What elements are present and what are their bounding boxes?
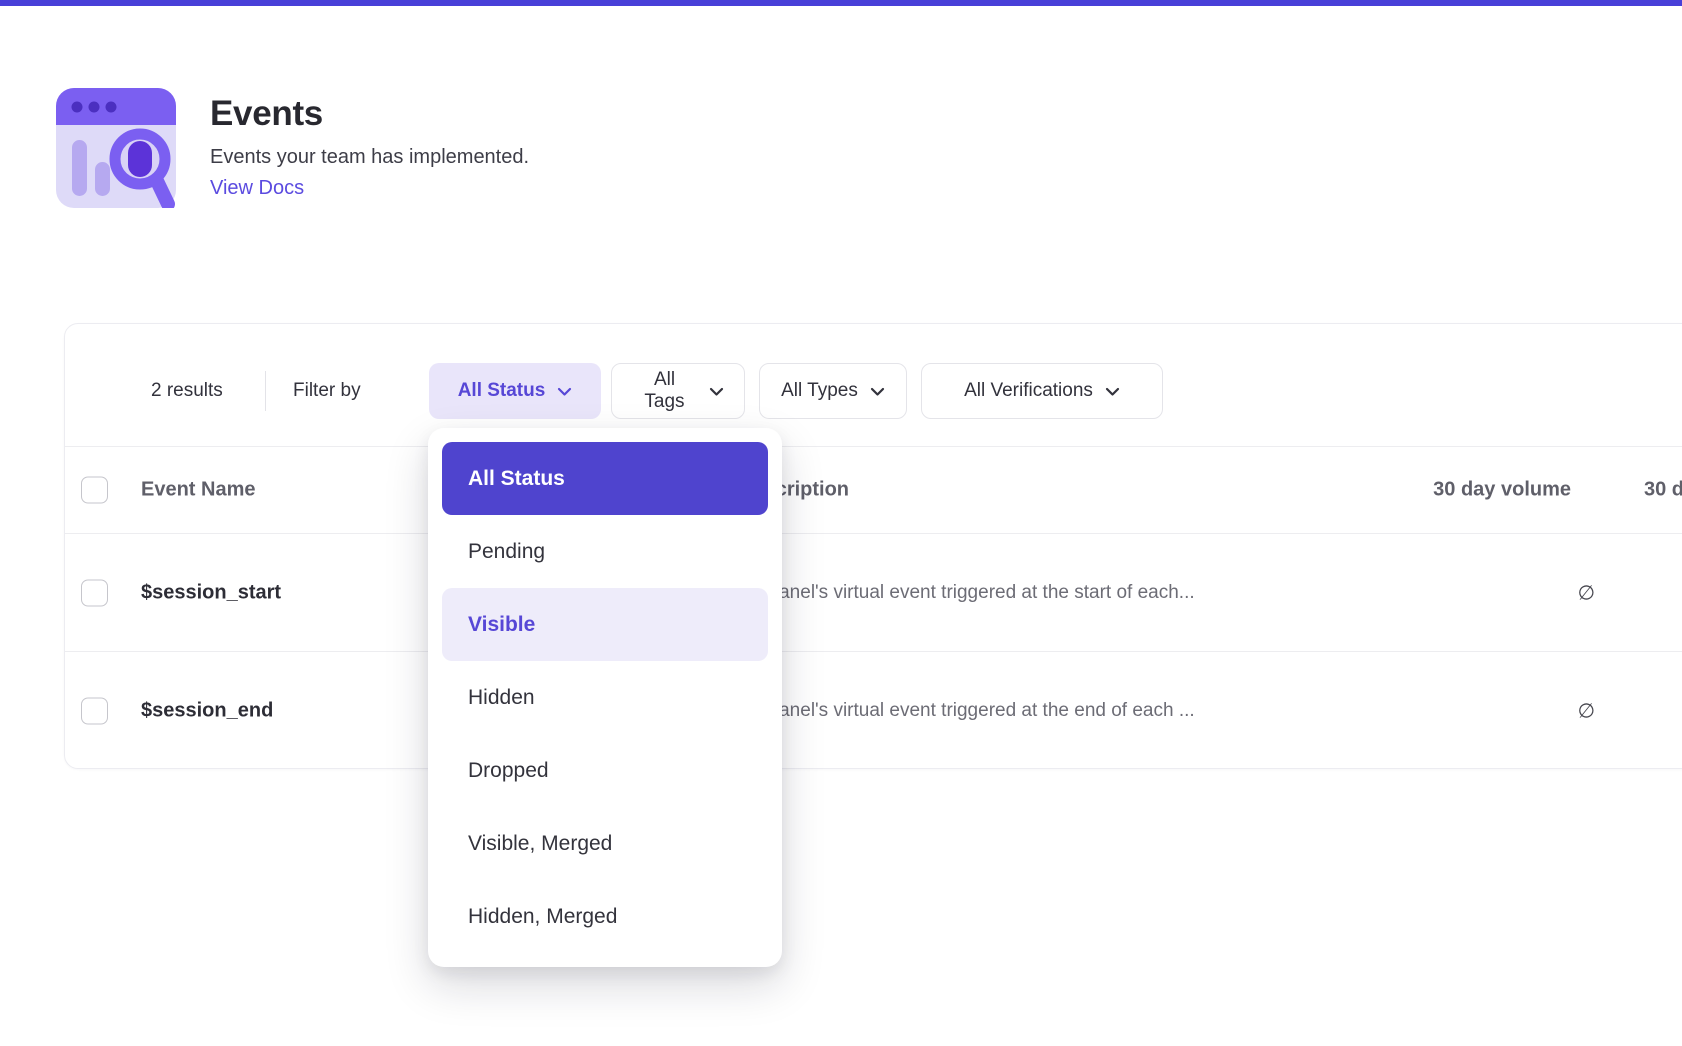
types-filter-button[interactable]: All Types [759,363,907,419]
status-filter-label: All Status [458,380,546,402]
event-name: $session_end [141,700,273,723]
event-30-day-volume: ∅ [1578,580,1595,605]
filter-divider [265,371,266,411]
select-all-checkbox[interactable] [81,477,108,504]
row-checkbox[interactable] [81,698,108,725]
table-row[interactable]: $session_end Mixpanel's virtual event tr… [65,652,1682,770]
chevron-down-icon [709,387,724,397]
page-subtitle: Events your team has implemented. [210,146,529,169]
menu-item-visible-merged[interactable]: Visible, Merged [442,807,768,880]
status-dropdown-menu: All Status Pending Visible Hidden Droppe… [428,428,782,967]
verifications-filter-label: All Verifications [964,380,1093,402]
column-header-clipped: 30 d [1644,479,1682,502]
top-loading-bar [0,0,1682,6]
menu-item-dropped[interactable]: Dropped [442,734,768,807]
row-checkbox-cell [81,698,108,725]
table-row[interactable]: $session_start Mixpanel's virtual event … [65,534,1682,652]
event-description: Mixpanel's virtual event triggered at th… [739,700,1195,722]
table-header-row: Event Name Description 30 day volume 30 … [65,446,1682,534]
row-checkbox[interactable] [81,579,108,606]
view-docs-link[interactable]: View Docs [210,177,304,200]
results-count: 2 results [151,363,223,419]
chevron-down-icon [870,387,885,397]
event-description: Mixpanel's virtual event triggered at th… [739,582,1195,604]
column-header-event-name: Event Name [141,479,256,502]
row-checkbox-cell [81,579,108,606]
events-analytics-icon [56,88,176,208]
tags-filter-button[interactable]: All Tags [611,363,745,419]
menu-item-all-status[interactable]: All Status [442,442,768,515]
menu-item-pending[interactable]: Pending [442,515,768,588]
tags-filter-label: All Tags [632,369,697,413]
event-name: $session_start [141,581,281,604]
menu-item-hidden-merged[interactable]: Hidden, Merged [442,880,768,953]
chevron-down-icon [1105,387,1120,397]
column-header-30-day-volume: 30 day volume [1433,479,1571,502]
menu-item-visible[interactable]: Visible [442,588,768,661]
event-30-day-volume: ∅ [1578,699,1595,724]
page-header: Events Events your team has implemented.… [56,88,529,208]
select-all-checkbox-cell [81,477,108,504]
status-filter-button[interactable]: All Status [429,363,601,419]
verifications-filter-button[interactable]: All Verifications [921,363,1163,419]
filter-by-label: Filter by [293,363,361,419]
events-panel: 2 results Filter by All Status All Tags … [64,323,1682,769]
types-filter-label: All Types [781,380,858,402]
menu-item-hidden[interactable]: Hidden [442,661,768,734]
chevron-down-icon [557,387,572,397]
page-title: Events [210,94,529,134]
